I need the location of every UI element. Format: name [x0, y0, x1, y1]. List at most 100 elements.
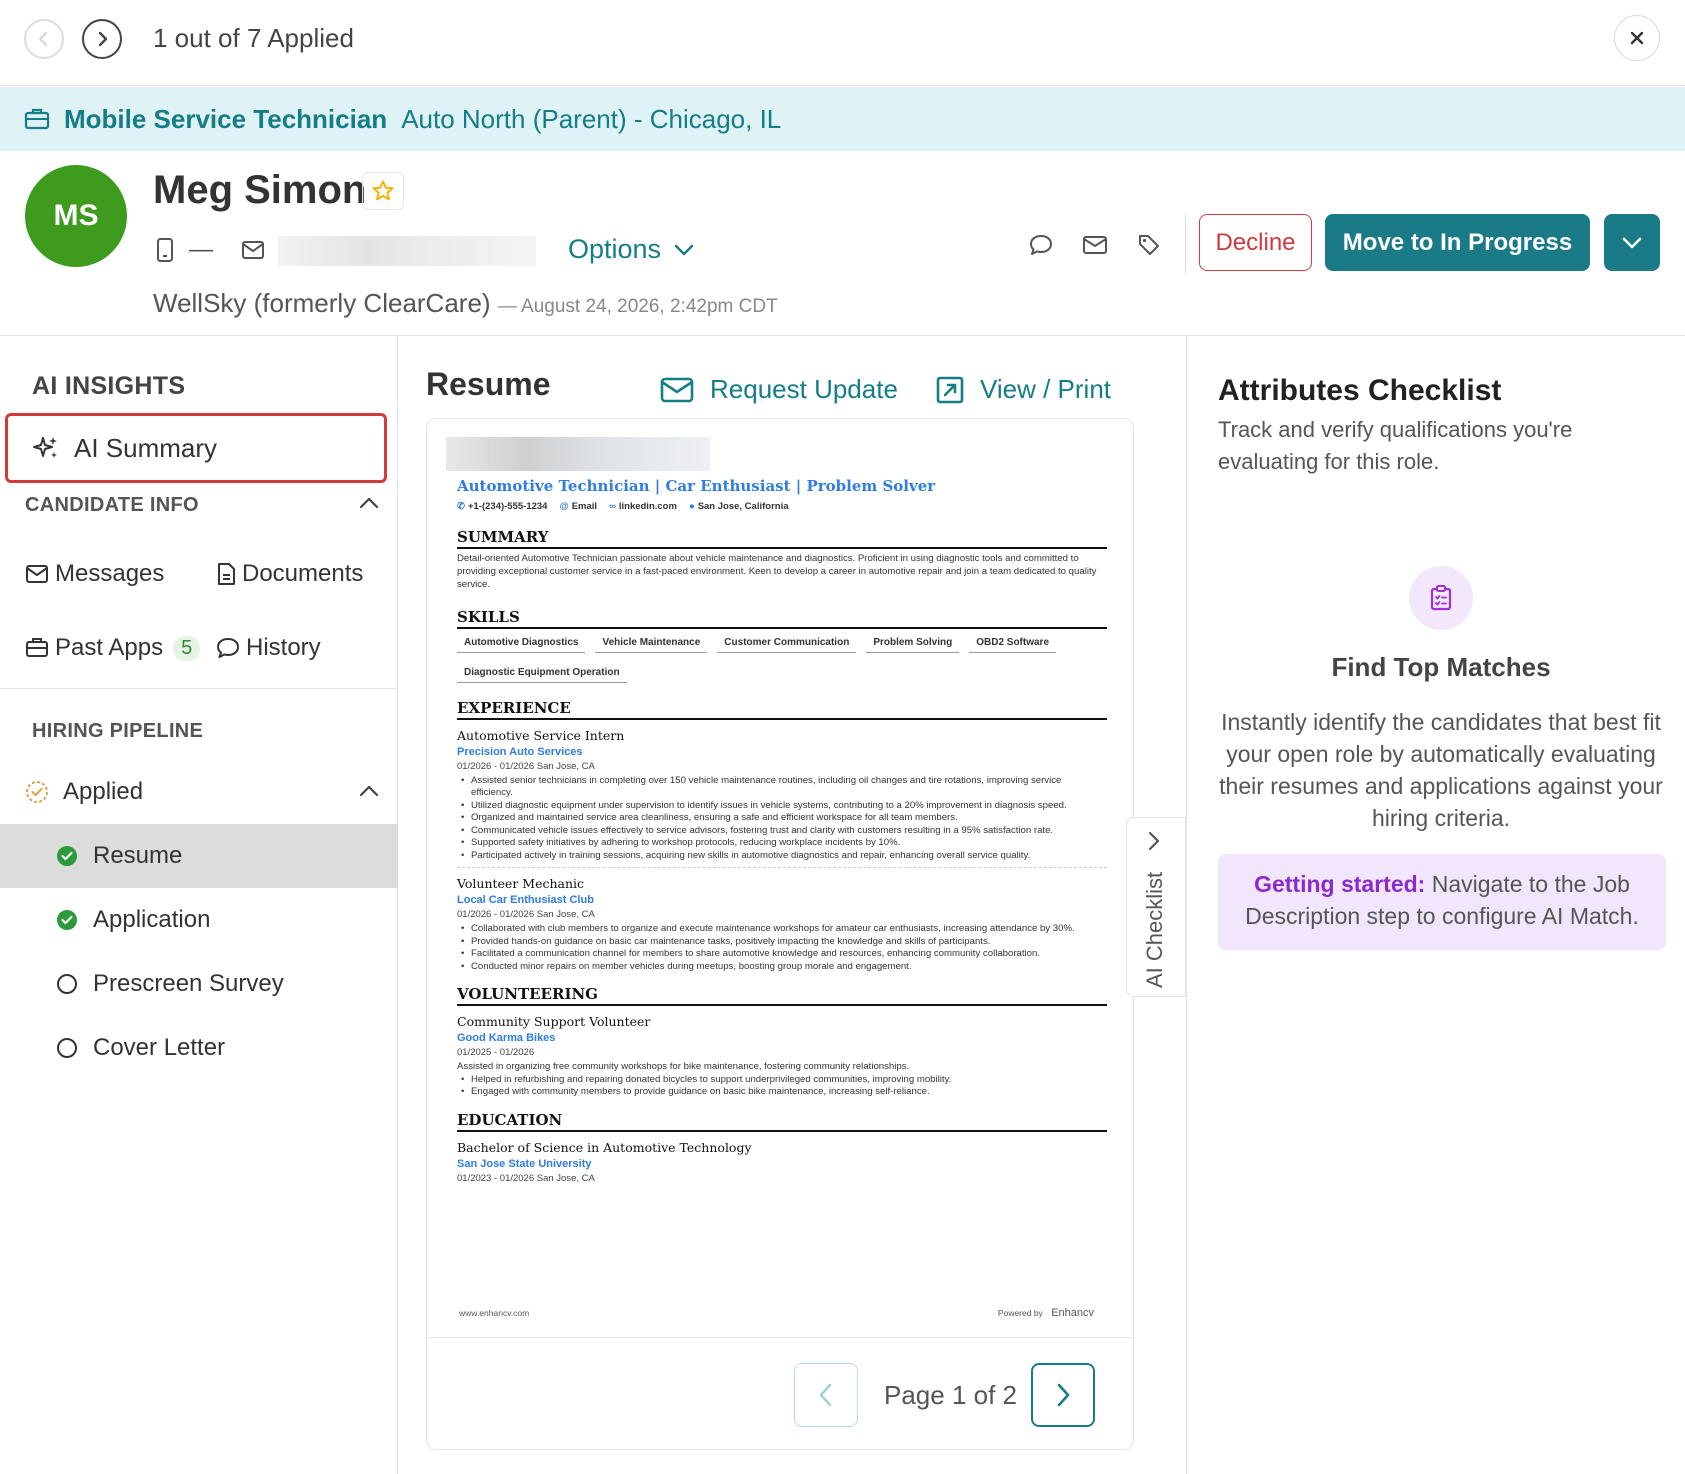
chevron-down-icon	[1622, 237, 1642, 248]
pipeline-step-resume[interactable]: Resume	[0, 824, 398, 888]
step-prescreen-label: Prescreen Survey	[93, 970, 284, 997]
resume-footer: www.enhancv.com Powered by Enhancv	[459, 1307, 1094, 1319]
resume-email: Email	[571, 501, 598, 512]
resume-date: 01/2025 - 01/2026	[457, 1046, 535, 1058]
resume-date-location: 01/2026 - 01/2026 San Jose, CA	[457, 909, 595, 921]
skill-tag: OBD2 Software	[969, 631, 1057, 653]
chevron-left-icon	[38, 31, 48, 47]
skill-tag: Diagnostic Equipment Operation	[457, 661, 627, 683]
job-title-link[interactable]: Mobile Service Technician	[64, 104, 387, 135]
pipeline-step-prescreen-survey[interactable]: Prescreen Survey	[0, 952, 398, 1016]
documents-link[interactable]: Documents	[216, 560, 363, 588]
ai-checklist-label: AI Checklist	[1142, 871, 1167, 988]
applied-date: — August 24, 2026, 2:42pm CDT	[497, 296, 778, 317]
resume-skills: Automotive Diagnostics Vehicle Maintenan…	[457, 629, 1077, 689]
history-icon	[217, 638, 239, 658]
check-circle-icon	[55, 908, 79, 932]
mail-icon	[242, 241, 264, 259]
stage-applied-label: Applied	[63, 778, 144, 805]
past-apps-label: Past Apps	[55, 634, 164, 661]
step-cover-letter-label: Cover Letter	[93, 1034, 226, 1061]
getting-started-label: Getting started:	[1254, 871, 1426, 897]
resume-organization: Good Karma Bikes	[457, 1031, 556, 1044]
resume-bullet: Participated actively in training sessio…	[457, 850, 1097, 863]
move-to-in-progress-button[interactable]: Move to In Progress	[1325, 214, 1590, 271]
view-print-link[interactable]: View / Print	[936, 374, 1111, 405]
ai-summary-label: AI Summary	[74, 432, 218, 463]
close-icon	[1630, 31, 1644, 45]
resume-volunteer-description: Assisted in organizing free community wo…	[457, 1060, 910, 1072]
options-dropdown[interactable]: Options	[568, 234, 695, 265]
resume-bullet: Assisted senior technicians in completin…	[457, 775, 1097, 800]
application-source: WellSky (formerly ClearCare) — August 24…	[153, 288, 778, 319]
resume-date-location: 01/2026 - 01/2026 San Jose, CA	[457, 760, 595, 772]
resume-contacts: ✆ +1-(234)-555-1234 @ Email ∞ linkedin.com …	[457, 501, 1106, 512]
skill-tag: Vehicle Maintenance	[595, 631, 708, 653]
tag-button[interactable]	[1134, 230, 1164, 260]
resume-bullet: Utilized diagnostic equipment under supe…	[457, 800, 1097, 813]
job-banner: Mobile Service Technician Auto North (Pa…	[0, 87, 1685, 151]
resume-headline: Automotive Technician | Car Enthusiast |…	[457, 477, 936, 495]
chevron-down-icon	[674, 244, 694, 255]
candidate-position-counter: 1 out of 7 Applied	[153, 23, 354, 53]
next-candidate-button[interactable]	[82, 19, 122, 59]
resume-role: Volunteer Mechanic	[457, 876, 585, 892]
ai-summary-button[interactable]: AI Summary	[5, 413, 387, 483]
external-link-icon	[936, 376, 964, 403]
chevron-up-icon[interactable]	[358, 496, 380, 510]
chevron-right-icon	[1148, 831, 1160, 851]
pipeline-stage-applied[interactable]: Applied	[0, 760, 398, 824]
find-top-matches-description: Instantly identify the candidates that b…	[1219, 709, 1663, 831]
at-icon: @	[559, 501, 569, 512]
request-update-link[interactable]: Request Update	[660, 374, 898, 405]
pipeline-step-application[interactable]: Application	[0, 888, 398, 952]
chevron-up-icon[interactable]	[358, 784, 380, 798]
resume-footer-brand-group: Powered by Enhancv	[998, 1307, 1094, 1319]
resume-bullet: Communicated vehicle issues effectively …	[457, 825, 1097, 838]
pipeline-step-cover-letter[interactable]: Cover Letter	[0, 1016, 398, 1080]
source-name: WellSky (formerly ClearCare)	[153, 288, 491, 318]
options-label: Options	[568, 234, 662, 264]
briefcase-icon	[26, 638, 48, 657]
resume-section-heading: VOLUNTEERING	[457, 985, 1107, 1006]
past-apps-link[interactable]: Past Apps 5	[25, 634, 201, 662]
chevron-left-icon	[819, 1383, 832, 1407]
previous-candidate-button[interactable]	[24, 19, 64, 59]
attributes-checklist-subtitle: Track and verify qualifications you're e…	[1218, 417, 1573, 474]
resume-bullet: Collaborated with club members to organi…	[457, 923, 1097, 936]
right-panel-divider	[1186, 336, 1187, 1474]
phone-icon: ✆	[457, 501, 465, 512]
email-candidate-button[interactable]	[1080, 230, 1110, 260]
past-apps-count-badge: 5	[173, 635, 201, 661]
avatar: MS	[25, 165, 127, 267]
decline-button[interactable]: Decline	[1199, 214, 1312, 271]
move-options-dropdown-button[interactable]	[1604, 214, 1660, 271]
resume-bullet: Supported safety initiatives by adhering…	[457, 837, 1097, 850]
resume-bullets: Assisted senior technicians in completin…	[457, 775, 1097, 863]
resume-bullets: Collaborated with club members to organi…	[457, 923, 1097, 973]
contact-row: — r	[155, 232, 285, 268]
resume-role: Community Support Volunteer	[457, 1013, 651, 1029]
previous-page-button[interactable]	[794, 1363, 858, 1427]
link-icon: ∞	[609, 501, 616, 512]
step-resume-label: Resume	[93, 842, 183, 869]
resume-date-location: 01/2023 - 01/2026 San Jose, CA	[457, 1172, 595, 1184]
favorite-button[interactable]	[362, 172, 404, 210]
ai-checklist-toggle[interactable]: AI Checklist	[1126, 817, 1186, 997]
history-link[interactable]: History	[216, 634, 321, 662]
comment-icon	[1030, 235, 1052, 255]
next-page-button[interactable]	[1031, 1363, 1095, 1427]
resume-degree: Bachelor of Science in Automotive Techno…	[457, 1139, 752, 1155]
empty-circle-icon	[55, 972, 79, 996]
view-print-label: View / Print	[980, 374, 1112, 404]
resume-heading: Resume	[426, 366, 551, 402]
close-button[interactable]	[1614, 15, 1660, 61]
comment-button[interactable]	[1026, 230, 1056, 260]
sparkle-icon	[33, 437, 57, 458]
resume-bullets: Helped in refurbishing and repairing don…	[457, 1074, 1097, 1099]
resume-bullet: Engaged with community members to provid…	[457, 1086, 1097, 1099]
messages-link[interactable]: Messages	[25, 560, 164, 588]
mail-icon	[660, 377, 694, 402]
history-label: History	[246, 634, 321, 661]
resume-bullet: Helped in refurbishing and repairing don…	[457, 1074, 1097, 1087]
